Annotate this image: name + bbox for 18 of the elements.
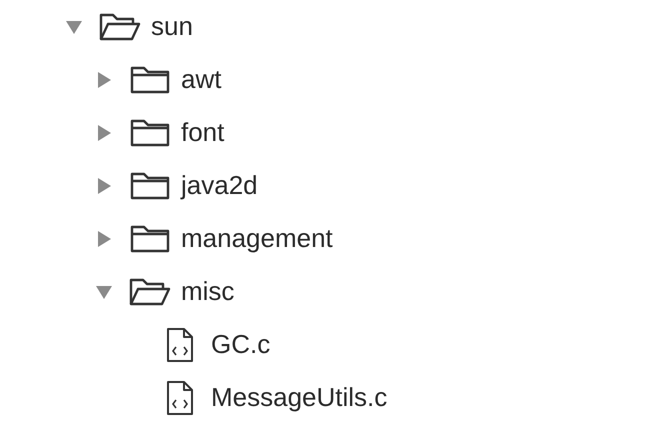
- file-name[interactable]: GC.c: [211, 329, 270, 360]
- expand-arrow-icon[interactable]: [95, 124, 113, 142]
- folder-icon: [130, 118, 170, 148]
- expand-arrow-icon[interactable]: [95, 230, 113, 248]
- folder-name[interactable]: java2d: [181, 170, 258, 201]
- folder-name[interactable]: management: [181, 223, 333, 254]
- expand-arrow-icon[interactable]: [95, 70, 113, 88]
- file-name[interactable]: MessageUtils.c: [211, 382, 388, 413]
- folder-icon: [130, 170, 170, 200]
- folder-name[interactable]: awt: [181, 64, 222, 95]
- folder-name[interactable]: misc: [181, 276, 234, 307]
- code-file-icon: [166, 326, 194, 362]
- folder-icon: [130, 224, 170, 254]
- expand-arrow-icon[interactable]: [95, 176, 113, 194]
- code-file-icon: [166, 380, 194, 416]
- folder-name[interactable]: sun: [151, 11, 193, 42]
- folder-name[interactable]: font: [181, 117, 224, 148]
- folder-icon: [130, 64, 170, 94]
